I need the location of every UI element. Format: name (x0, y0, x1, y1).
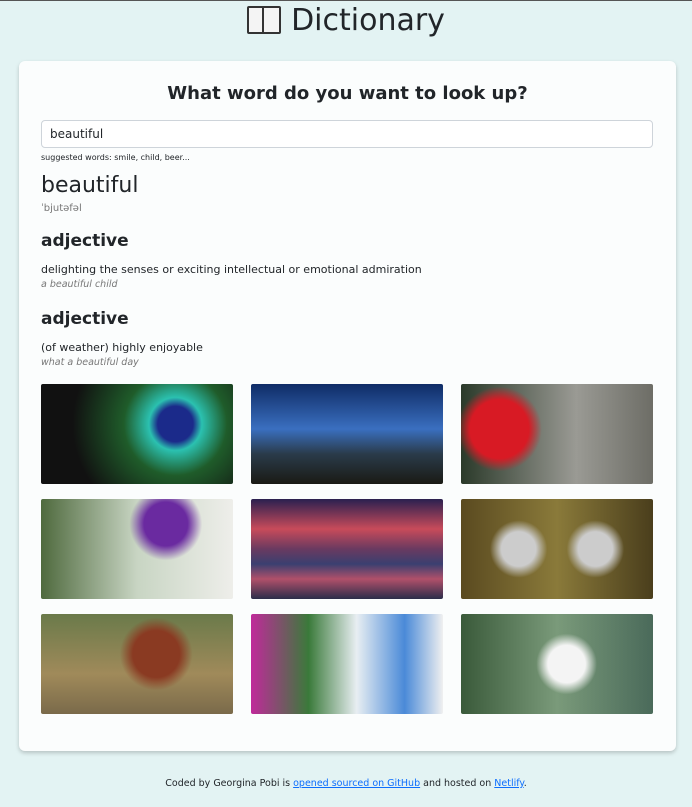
search-heading: What word do you want to look up? (167, 83, 528, 104)
app-title: Dictionary (0, 3, 692, 38)
phonetic: ˈbjutəfəl (41, 203, 82, 214)
photo-grid (41, 384, 653, 714)
definition: delighting the senses or exciting intell… (41, 263, 422, 276)
github-link[interactable]: opened sourced on GitHub (293, 778, 420, 789)
photo (41, 499, 233, 599)
photo (461, 384, 653, 484)
footer: Coded by Georgina Pobi is opened sourced… (0, 778, 692, 789)
suggested-words: suggested words: smile, child, beer... (41, 153, 190, 162)
photo (461, 499, 653, 599)
result-word: beautiful (41, 173, 139, 198)
netlify-link[interactable]: Netlify (494, 778, 523, 789)
photo (461, 614, 653, 714)
photo (251, 384, 443, 484)
photo (41, 384, 233, 484)
photo (251, 499, 443, 599)
photo (41, 614, 233, 714)
example: what a beautiful day (41, 357, 139, 368)
open-book-icon (247, 6, 282, 34)
definition: (of weather) highly enjoyable (41, 341, 203, 354)
footer-text: . (523, 778, 527, 789)
footer-text: and hosted on (420, 778, 495, 789)
part-of-speech: adjective (41, 231, 129, 251)
photo (251, 614, 443, 714)
app-title-text: Dictionary (291, 3, 445, 38)
search-input[interactable] (41, 120, 653, 148)
example: a beautiful child (41, 279, 118, 290)
part-of-speech: adjective (41, 309, 129, 329)
main-card: What word do you want to look up? sugges… (19, 61, 676, 751)
footer-text: Coded by Georgina Pobi is (165, 778, 294, 789)
